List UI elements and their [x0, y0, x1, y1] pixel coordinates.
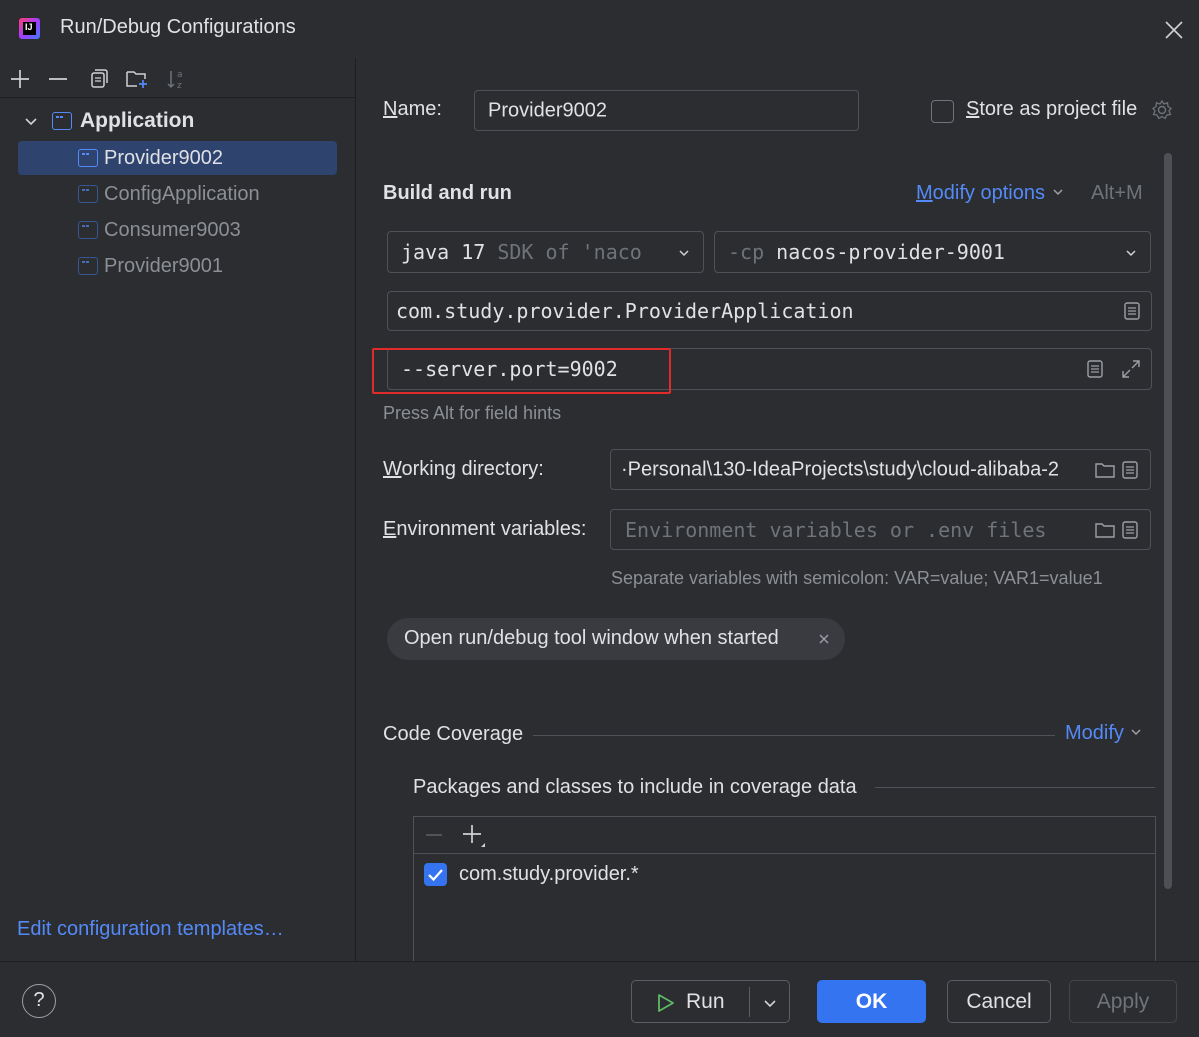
tree-group-label: Application [80, 109, 195, 132]
tree-item-provider9001[interactable]: Provider9001 [18, 249, 337, 283]
tree-item-provider9002[interactable]: Provider9002 [18, 141, 337, 175]
chevron-down-icon [679, 250, 689, 257]
expand-text-icon[interactable] [1122, 301, 1142, 321]
expand-text-icon[interactable] [1120, 460, 1140, 480]
sidebar-toolbar: a z [0, 58, 356, 98]
window-title: Run/Debug Configurations [60, 16, 296, 38]
application-icon [52, 112, 72, 130]
chevron-down-icon[interactable] [22, 112, 40, 130]
divider [875, 787, 1155, 788]
name-input[interactable]: Provider9002 [474, 90, 859, 131]
jdk-select[interactable]: java 17 SDK of 'naco [387, 231, 704, 273]
classpath-module-select[interactable]: -cp nacos-provider-9001 [714, 231, 1151, 273]
add-icon[interactable] [461, 823, 487, 849]
name-input-value: Provider9002 [488, 99, 607, 121]
tree-item-label: Consumer9003 [104, 218, 241, 241]
program-arguments-value: --server.port=9002 [401, 357, 618, 381]
modify-options-shortcut: Alt+M [1091, 182, 1143, 204]
svg-text:a: a [177, 70, 183, 80]
title-bar: IJ Run/Debug Configurations [0, 0, 1199, 58]
folder-icon[interactable] [1094, 460, 1116, 480]
jdk-select-value: java 17 SDK of 'naco [401, 240, 642, 264]
svg-text:z: z [177, 81, 182, 91]
environment-variables-placeholder: Environment variables or .env files [625, 517, 1047, 542]
configuration-editor: Name: Provider9002 Store as project file… [357, 58, 1199, 961]
coverage-packages-label: Packages and classes to include in cover… [413, 776, 857, 798]
main-class-input[interactable]: com.study.provider.ProviderApplication [387, 291, 1152, 331]
copy-icon[interactable] [86, 67, 110, 91]
tree-group-application[interactable]: Application [22, 104, 194, 138]
ok-button[interactable]: OK [817, 980, 926, 1023]
coverage-packages-table: com.study.provider.* [413, 816, 1156, 961]
option-chip-open-tool-window[interactable]: Open run/debug tool window when started [387, 618, 845, 660]
play-icon [658, 994, 674, 1012]
tree-item-configapplication[interactable]: ConfigApplication [18, 177, 337, 211]
tree-item-label: ConfigApplication [104, 182, 260, 205]
working-directory-label: Working directory: [383, 458, 544, 480]
add-icon[interactable] [8, 67, 32, 91]
classpath-select-value: -cp nacos-provider-9001 [728, 240, 1005, 264]
vertical-scrollbar[interactable] [1164, 153, 1172, 889]
cancel-button[interactable]: Cancel [947, 980, 1051, 1023]
tree-item-label: Provider9001 [104, 254, 223, 277]
close-icon[interactable] [816, 631, 832, 647]
folder-icon[interactable] [1094, 520, 1116, 540]
expand-text-icon[interactable] [1085, 359, 1105, 379]
field-hints-text: Press Alt for field hints [383, 403, 562, 423]
chevron-down-icon [1053, 189, 1063, 196]
run-button-label: Run [686, 990, 725, 1013]
main-class-value: com.study.provider.ProviderApplication [396, 299, 854, 323]
program-arguments-input[interactable]: --server.port=9002 [387, 348, 1152, 390]
configurations-sidebar: a z Application Provider9002 ConfigAppli… [0, 58, 356, 961]
modify-options-link[interactable]: Modify options [916, 182, 1065, 205]
package-checkbox[interactable] [424, 863, 447, 886]
divider [749, 987, 750, 1017]
chevron-down-icon[interactable] [762, 995, 778, 1011]
close-icon[interactable] [1163, 19, 1185, 41]
gear-icon[interactable] [1151, 99, 1173, 121]
sort-icon[interactable]: a z [165, 67, 189, 91]
application-icon [78, 257, 98, 275]
help-button[interactable]: ? [22, 984, 56, 1018]
code-coverage-heading: Code Coverage [383, 723, 524, 745]
application-icon [78, 221, 98, 239]
checkmark-icon [428, 869, 443, 882]
option-chip-label: Open run/debug tool window when started [404, 627, 779, 649]
package-label: com.study.provider.* [459, 863, 639, 885]
application-icon [78, 185, 98, 203]
remove-icon[interactable] [46, 67, 70, 91]
remove-icon[interactable] [424, 825, 444, 845]
working-directory-input[interactable]: ·Personal\130-IdeaProjects\study\cloud-a… [610, 449, 1151, 490]
working-directory-value: ·Personal\130-IdeaProjects\study\cloud-a… [621, 458, 1060, 480]
application-icon [78, 149, 98, 167]
maximize-icon[interactable] [1120, 358, 1142, 380]
chevron-down-icon [1126, 250, 1136, 257]
apply-button[interactable]: Apply [1069, 980, 1177, 1023]
tree-item-label: Provider9002 [104, 146, 223, 169]
environment-variables-hint: Separate variables with semicolon: VAR=v… [611, 568, 1103, 588]
expand-text-icon[interactable] [1120, 520, 1140, 540]
build-and-run-heading: Build and run [383, 182, 512, 204]
chevron-down-icon [1131, 729, 1141, 736]
environment-variables-input[interactable]: Environment variables or .env files [610, 509, 1151, 550]
divider [533, 735, 1055, 736]
tree-item-consumer9003[interactable]: Consumer9003 [18, 213, 337, 247]
edit-configuration-templates-link[interactable]: Edit configuration templates… [17, 918, 284, 941]
new-folder-icon[interactable] [125, 67, 149, 91]
coverage-table-toolbar [414, 817, 1155, 854]
name-label: Name: [383, 98, 442, 120]
store-as-project-file-checkbox[interactable] [931, 100, 954, 123]
environment-variables-label: Environment variables: [383, 518, 587, 540]
run-button[interactable]: Run [631, 980, 790, 1023]
coverage-package-row[interactable]: com.study.provider.* [424, 863, 639, 886]
store-as-project-file-label[interactable]: Store as project file [966, 98, 1137, 121]
intellij-logo-icon: IJ [19, 18, 40, 39]
dialog-footer: ? Run OK Cancel Apply [0, 961, 1199, 1037]
code-coverage-modify-link[interactable]: Modify [1065, 722, 1143, 745]
